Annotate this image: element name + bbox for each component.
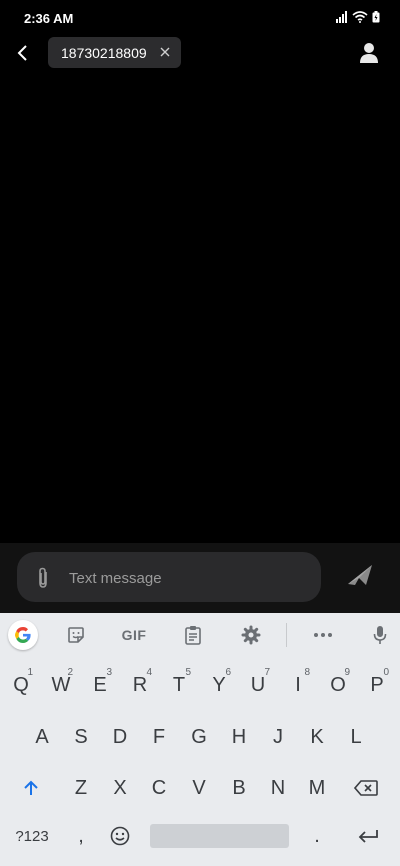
key-hint: 1 [27,667,33,678]
key-x[interactable]: X [102,768,138,808]
key-k[interactable]: K [299,717,335,757]
key-p[interactable]: P0 [359,665,395,705]
more-icon [314,633,332,637]
key-z[interactable]: Z [63,768,99,808]
recipient-number: 18730218809 [61,44,147,61]
gif-button[interactable]: GIF [116,621,152,649]
key-label: Y [212,673,226,696]
key-label: E [93,673,107,696]
sticker-icon [68,627,84,643]
key-label: O [330,673,346,696]
key-hint: 9 [344,667,350,678]
key-b[interactable]: B [221,768,257,808]
battery-icon [372,11,380,23]
toolbar-divider [286,623,287,647]
key-label: R [132,673,148,696]
key-hint: 7 [264,667,270,678]
google-button[interactable] [8,620,38,650]
key-a[interactable]: A [24,717,60,757]
backspace-icon [354,780,378,796]
top-bar: 18730218809 [0,36,400,72]
signal-icon [336,11,347,23]
key-label: U [250,673,266,696]
close-icon[interactable] [159,46,171,58]
keyboard: G I F Q 1 W 2 E 3 R 4 T 5 Y 6 U 7 I 8 O 9 … [0,613,400,866]
google-icon [15,627,31,643]
space-key[interactable] [150,824,289,848]
key-l[interactable]: L [338,717,374,757]
clipboard-button[interactable] [179,621,207,649]
key-m[interactable]: M [299,768,335,808]
symbols-key[interactable]: ?123 [10,816,54,856]
period-key[interactable]: . [299,816,335,856]
key-hint: 0 [383,667,389,678]
shift-key[interactable] [13,768,49,808]
backspace-key[interactable] [348,768,384,808]
key-s[interactable]: S [63,717,99,757]
key-d[interactable]: D [102,717,138,757]
mic-icon [373,626,387,644]
key-q[interactable]: Q1 [3,665,39,705]
more-button[interactable] [309,621,337,649]
send-icon[interactable] [346,563,374,587]
key-n[interactable]: N [260,768,296,808]
composer-area [0,543,400,613]
key-hint: 8 [304,667,310,678]
key-row-4: ?123 , . [0,816,400,856]
comma-key[interactable]: , [63,816,99,856]
keyboard-toolbar: GIF [0,613,400,657]
wifi-icon [352,11,368,23]
key-u[interactable]: U7 [240,665,276,705]
back-icon [17,45,27,61]
key-hint: 5 [185,667,191,678]
key-h[interactable]: H [221,717,257,757]
clipboard-icon [185,626,201,645]
key-j[interactable]: J [260,717,296,757]
key-c[interactable]: C [141,768,177,808]
attach-icon[interactable] [33,566,53,590]
key-v[interactable]: V [181,768,217,808]
key-w[interactable]: W2 [43,665,79,705]
enter-key[interactable] [350,816,386,856]
message-composer [17,552,321,602]
status-bar: 2:36 AM [0,0,400,36]
key-i[interactable]: I8 [280,665,316,705]
key-hint: 4 [146,667,152,678]
key-label: Q [13,673,29,696]
emoji-key[interactable] [102,816,138,856]
status-icons [336,11,380,23]
key-row-1: Q1 W2 E3 R4 T5 Y6 U7 I8 O9 P0 [0,665,400,705]
key-g[interactable]: G [181,717,217,757]
emoji-icon [110,826,130,846]
key-hint: 6 [225,667,231,678]
voice-button[interactable] [366,621,394,649]
message-input[interactable] [69,567,299,589]
key-label: P [370,673,384,696]
key-label: T [172,673,186,696]
key-e[interactable]: E3 [82,665,118,705]
key-t[interactable]: T5 [161,665,197,705]
recipient-chip[interactable]: 18730218809 [48,37,181,68]
settings-button[interactable] [237,621,265,649]
key-hint: 3 [106,667,112,678]
shift-icon [24,780,38,795]
key-f[interactable]: F [141,717,177,757]
back-button[interactable] [8,38,36,68]
sticker-button[interactable] [62,621,90,649]
key-row-3: Z X C V B N M [0,768,400,808]
status-time: 2:36 AM [24,11,74,26]
key-o[interactable]: O9 [320,665,356,705]
gear-icon [241,625,261,645]
enter-icon [358,830,378,843]
key-row-2: A S D F G H J K L [0,717,400,757]
contact-icon[interactable] [358,41,380,65]
key-label: I [295,673,301,696]
key-y[interactable]: Y6 [201,665,237,705]
key-r[interactable]: R4 [122,665,158,705]
key-hint: 2 [67,667,73,678]
